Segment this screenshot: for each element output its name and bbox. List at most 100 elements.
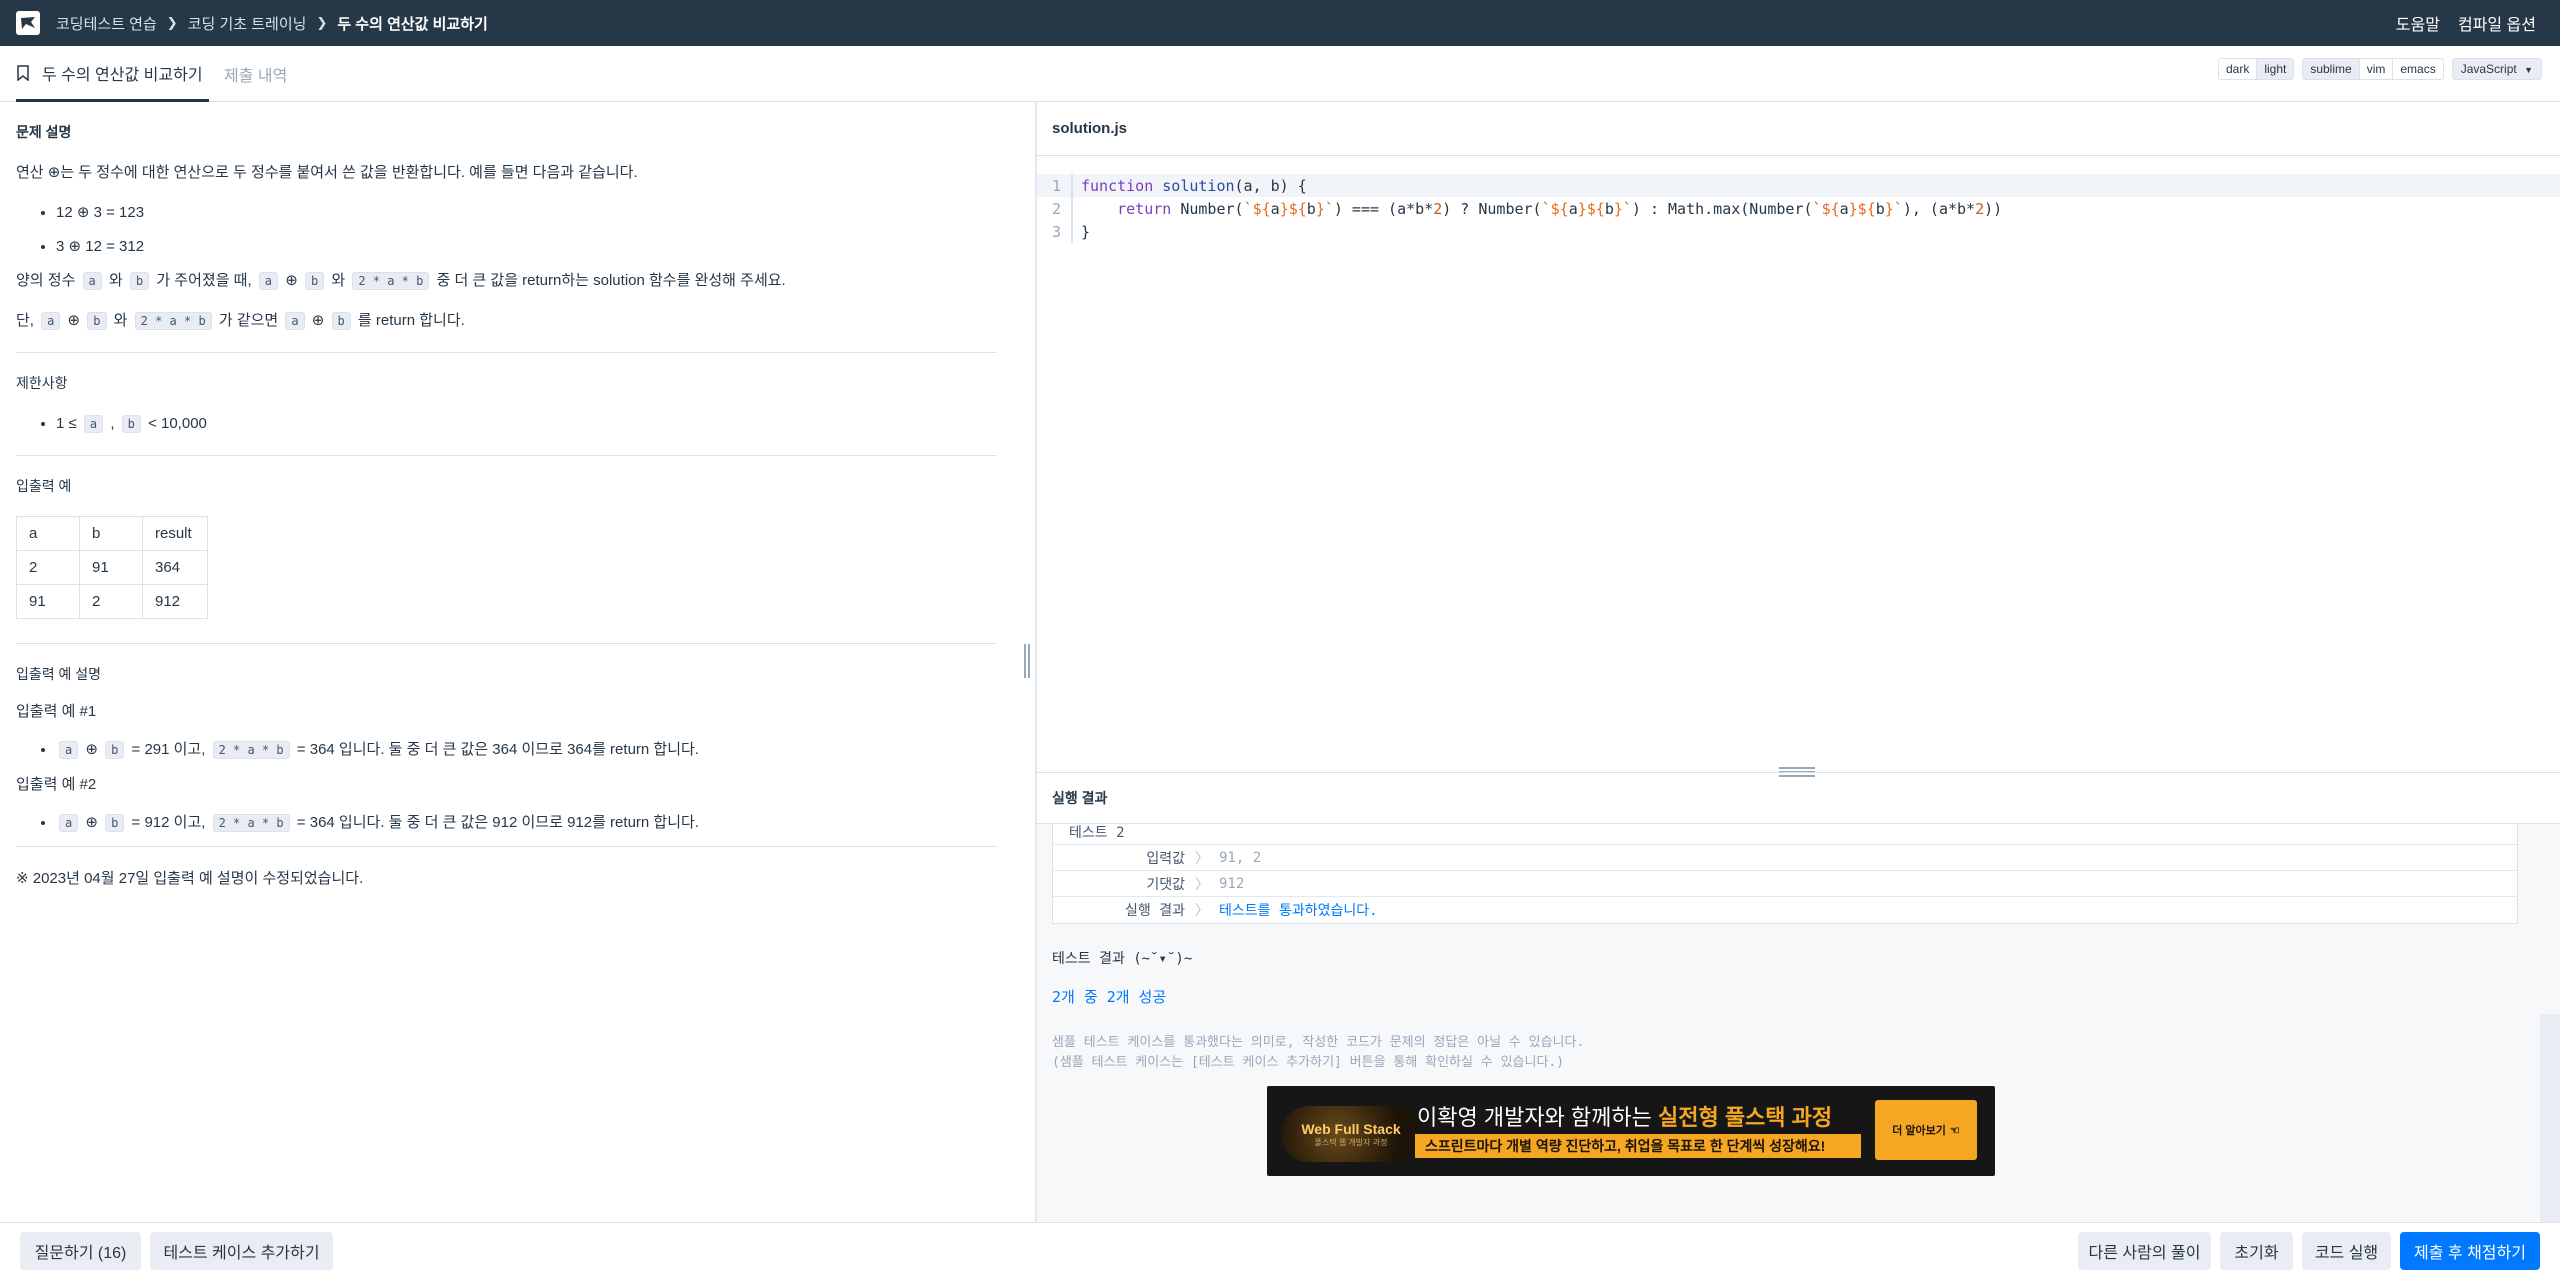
code-b: b xyxy=(304,272,325,290)
table-cell: 91 xyxy=(79,550,143,585)
chevron-right-icon: 〉 xyxy=(1195,876,1209,893)
list-item: a ⊕ b = 291 이고, 2 * a * b = 364 입니다. 둘 중… xyxy=(56,739,997,761)
table-header-cell: b xyxy=(79,516,143,551)
code-expr: 2 * a * b xyxy=(134,312,212,330)
list-item: a ⊕ b = 912 이고, 2 * a * b = 364 입니다. 둘 중… xyxy=(56,812,997,834)
theme-light-button[interactable]: light xyxy=(2257,59,2294,79)
line-number: 1 xyxy=(1051,176,1061,195)
code-line[interactable]: 2 return Number(`${a}${b}`) === (a*b*2) … xyxy=(1037,197,2560,220)
chevron-right-icon: 〉 xyxy=(1195,903,1209,919)
divider xyxy=(16,352,997,353)
result-title: 실행 결과 xyxy=(1037,772,2560,824)
list-item: 1 ≤ a , b < 10,000 xyxy=(56,413,997,435)
top-navigation: 코딩테스트 연습 ❯ 코딩 기초 트레이닝 ❯ 두 수의 연산값 비교하기 도움… xyxy=(0,0,2560,46)
code-a: a xyxy=(82,272,102,290)
test-result-table: 테스트 2 입력값 〉 91, 2 기댓값 〉 912 실행 결과 〉 테스트를… xyxy=(1052,824,2518,924)
programmers-logo-icon[interactable] xyxy=(16,11,40,35)
code-b: b xyxy=(105,741,125,759)
table-header-cell: result xyxy=(142,516,208,551)
divider xyxy=(16,643,997,644)
code-b: b xyxy=(121,415,141,433)
table-row: 입력값 〉 91, 2 xyxy=(1053,845,2517,871)
result-scrollbar[interactable] xyxy=(2540,1014,2560,1222)
table-row: 기댓값 〉 912 xyxy=(1053,871,2517,897)
add-test-case-button[interactable]: 테스트 케이스 추가하기 xyxy=(150,1232,333,1270)
reset-button[interactable]: 초기화 xyxy=(2220,1232,2293,1270)
code-a: a xyxy=(83,415,104,433)
expected-value: 912 xyxy=(1219,875,1245,892)
chevron-right-icon: ❯ xyxy=(166,15,178,30)
code-b: b xyxy=(87,312,107,330)
test-case-title: 테스트 2 xyxy=(1053,824,2517,845)
keymap-vim-button[interactable]: vim xyxy=(2359,59,2394,79)
code-expr: 2 * a * b xyxy=(212,814,290,832)
breadcrumb-item[interactable]: 코딩 기초 트레이닝 xyxy=(188,13,307,34)
splitter-grip-icon[interactable] xyxy=(1022,644,1032,678)
problem-intro: 연산 ⊕는 두 정수에 대한 연산으로 두 정수를 붙여서 쓴 값을 반환합니다… xyxy=(16,164,638,181)
code-b: b xyxy=(129,272,150,290)
result-output: 테스트 2 입력값 〉 91, 2 기댓값 〉 912 실행 결과 〉 테스트를… xyxy=(1037,824,2560,1222)
bookmark-icon[interactable] xyxy=(16,64,30,81)
language-select[interactable]: JavaScript ▼ xyxy=(2451,58,2542,80)
test-summary-title: 테스트 결과 (~˘▾˘)~ xyxy=(1052,951,1193,967)
bottom-action-bar: 질문하기 (16) 테스트 케이스 추가하기 다른 사람의 풀이 초기화 코드 … xyxy=(0,1222,2560,1276)
keymap-emacs-button[interactable]: emacs xyxy=(2393,59,2443,79)
code-expr: 2 * a * b xyxy=(352,272,430,290)
ask-question-button[interactable]: 질문하기 (16) xyxy=(20,1232,141,1270)
exec-result-label: 실행 결과 xyxy=(1125,903,1185,919)
problem-note: 단, a ⊕ b 와 2 * a * b 가 같으면 a ⊕ b 를 retur… xyxy=(16,312,465,330)
code-expr: 2 * a * b xyxy=(212,741,290,759)
breadcrumb-item[interactable]: 코딩테스트 연습 xyxy=(56,13,157,34)
code-line[interactable]: 3 } xyxy=(1037,220,2560,243)
pointing-hand-icon: ☜ xyxy=(1949,1124,1960,1137)
help-link[interactable]: 도움말 xyxy=(2396,11,2440,35)
code-a: a xyxy=(59,741,79,759)
code-editor[interactable]: 1 function solution(a, b) { 2 return Num… xyxy=(1037,156,2560,770)
breadcrumb-current: 두 수의 연산값 비교하기 xyxy=(337,15,488,33)
code-a: a xyxy=(258,272,279,290)
keymap-sublime-button[interactable]: sublime xyxy=(2303,59,2360,79)
advertisement-banner[interactable]: Web Full Stack 풀스택 웹 개발자 과정 이확영 개발자와 함께하… xyxy=(1267,1086,1995,1176)
code-a: a xyxy=(285,312,305,330)
tab-problem-label: 두 수의 연산값 비교하기 xyxy=(42,66,203,84)
operation-examples: 12 ⊕ 3 = 123 3 ⊕ 12 = 312 xyxy=(56,202,997,258)
table-cell: 912 xyxy=(142,584,208,619)
code-b: b xyxy=(105,814,125,832)
ad-title: 이확영 개발자와 함께하는 실전형 풀스택 과정 xyxy=(1417,1105,1833,1130)
input-label: 입력값 xyxy=(1146,850,1185,867)
constraints-list: 1 ≤ a , b < 10,000 xyxy=(56,413,997,435)
table-header-row: a b result xyxy=(16,516,208,551)
code-line[interactable]: 1 function solution(a, b) { xyxy=(1037,174,2560,197)
run-code-button[interactable]: 코드 실행 xyxy=(2302,1232,2391,1270)
keymap-switch: sublime vim emacs xyxy=(2302,58,2444,80)
chevron-right-icon: 〉 xyxy=(1195,850,1209,867)
other-solutions-button[interactable]: 다른 사람의 풀이 xyxy=(2078,1232,2211,1270)
table-cell: 2 xyxy=(79,584,143,619)
io-example2-title: 입출력 예 #2 xyxy=(16,776,97,793)
divider xyxy=(16,846,997,847)
line-number: 2 xyxy=(1051,199,1061,218)
table-cell: 2 xyxy=(16,550,80,585)
compile-options-link[interactable]: 컴파일 옵션 xyxy=(2458,11,2536,35)
problem-description-title: 문제 설명 xyxy=(16,124,72,140)
editor-panel: solution.js 1 function solution(a, b) { … xyxy=(1037,102,2560,1222)
theme-dark-button[interactable]: dark xyxy=(2218,59,2258,79)
tab-submissions[interactable]: 제출 내역 xyxy=(224,46,287,102)
submit-button[interactable]: 제출 후 채점하기 xyxy=(2400,1232,2540,1270)
io-example2-list: a ⊕ b = 912 이고, 2 * a * b = 364 입니다. 둘 중… xyxy=(56,812,997,834)
list-item: 3 ⊕ 12 = 312 xyxy=(56,236,997,258)
io-example-table: a b result 2 91 364 91 2 912 xyxy=(16,516,208,619)
ad-cta-button[interactable]: 더 알아보기 ☜ xyxy=(1875,1100,1977,1160)
table-row: 91 2 912 xyxy=(16,584,208,619)
ad-subtitle: 스프린트마다 개별 역량 진단하고, 취업을 목표로 한 단계씩 성장해요! xyxy=(1415,1134,1861,1158)
editor-filename: solution.js xyxy=(1037,102,2560,156)
tab-bar: 두 수의 연산값 비교하기 제출 내역 dark light sublime v… xyxy=(0,46,2560,102)
code-b: b xyxy=(331,312,351,330)
table-cell: 364 xyxy=(142,550,208,585)
ad-logo: Web Full Stack 풀스택 웹 개발자 과정 xyxy=(1281,1106,1421,1162)
divider xyxy=(16,455,997,456)
theme-switch: dark light xyxy=(2217,58,2295,80)
io-example1-title: 입출력 예 #1 xyxy=(16,703,97,720)
language-select-value: JavaScript xyxy=(2460,62,2517,76)
tab-problem[interactable]: 두 수의 연산값 비교하기 xyxy=(16,46,209,102)
